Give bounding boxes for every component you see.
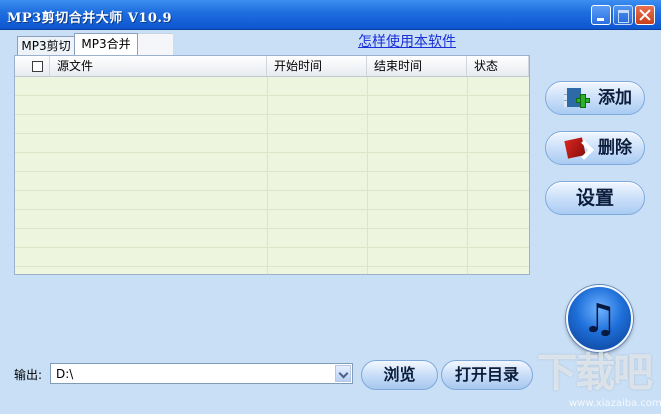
select-all-checkbox[interactable] [32, 61, 43, 72]
open-directory-button-label: 打开目录 [454, 365, 519, 384]
header-select-all [15, 56, 50, 76]
output-path-input[interactable] [51, 364, 333, 383]
column-divider [467, 77, 468, 274]
tab-mp3-cut[interactable]: MP3剪切 [17, 36, 75, 56]
add-button-label: 添加 [598, 88, 632, 108]
chevron-down-icon[interactable] [335, 365, 351, 382]
window-title: MP3剪切合并大师 V10.9 [7, 11, 172, 26]
column-divider [367, 77, 368, 274]
watermark: 下载吧 www.xiazaiba.com [533, 340, 661, 414]
title-bar: MP3剪切合并大师 V10.9 [0, 0, 661, 30]
add-button[interactable]: 添加 [545, 81, 645, 115]
help-link[interactable]: 怎样使用本软件 [358, 31, 456, 51]
browse-button-label: 浏览 [383, 365, 416, 384]
column-header-source[interactable]: 源文件 [50, 56, 267, 76]
settings-button-label: 设置 [575, 187, 614, 209]
column-header-start-time[interactable]: 开始时间 [267, 56, 367, 76]
delete-button[interactable]: 删除 [545, 131, 645, 165]
maximize-icon[interactable] [613, 5, 633, 25]
column-header-status[interactable]: 状态 [467, 56, 529, 76]
file-list-table[interactable]: 源文件 开始时间 结束时间 状态 [14, 55, 530, 275]
table-body [15, 77, 529, 274]
film-add-icon [564, 87, 590, 109]
table-header: 源文件 开始时间 结束时间 状态 [15, 56, 529, 77]
open-directory-button[interactable]: 打开目录 [441, 360, 533, 390]
watermark-url: www.xiazaiba.com [569, 398, 661, 409]
close-icon[interactable] [635, 5, 655, 25]
tab-strip-filler [137, 33, 173, 55]
delete-file-icon [564, 137, 594, 160]
delete-button-label: 删除 [598, 138, 632, 158]
watermark-text: 下载吧 [537, 350, 653, 396]
column-divider [267, 77, 268, 274]
settings-button[interactable]: 设置 [545, 181, 645, 215]
minimize-icon[interactable] [591, 5, 611, 25]
column-header-end-time[interactable]: 结束时间 [367, 56, 467, 76]
browse-button[interactable]: 浏览 [361, 360, 438, 390]
output-label: 输出: [14, 368, 43, 382]
output-path-combo[interactable] [50, 363, 353, 384]
tab-mp3-merge[interactable]: MP3合并 [74, 33, 138, 55]
music-note-icon: ♫ [581, 296, 618, 342]
